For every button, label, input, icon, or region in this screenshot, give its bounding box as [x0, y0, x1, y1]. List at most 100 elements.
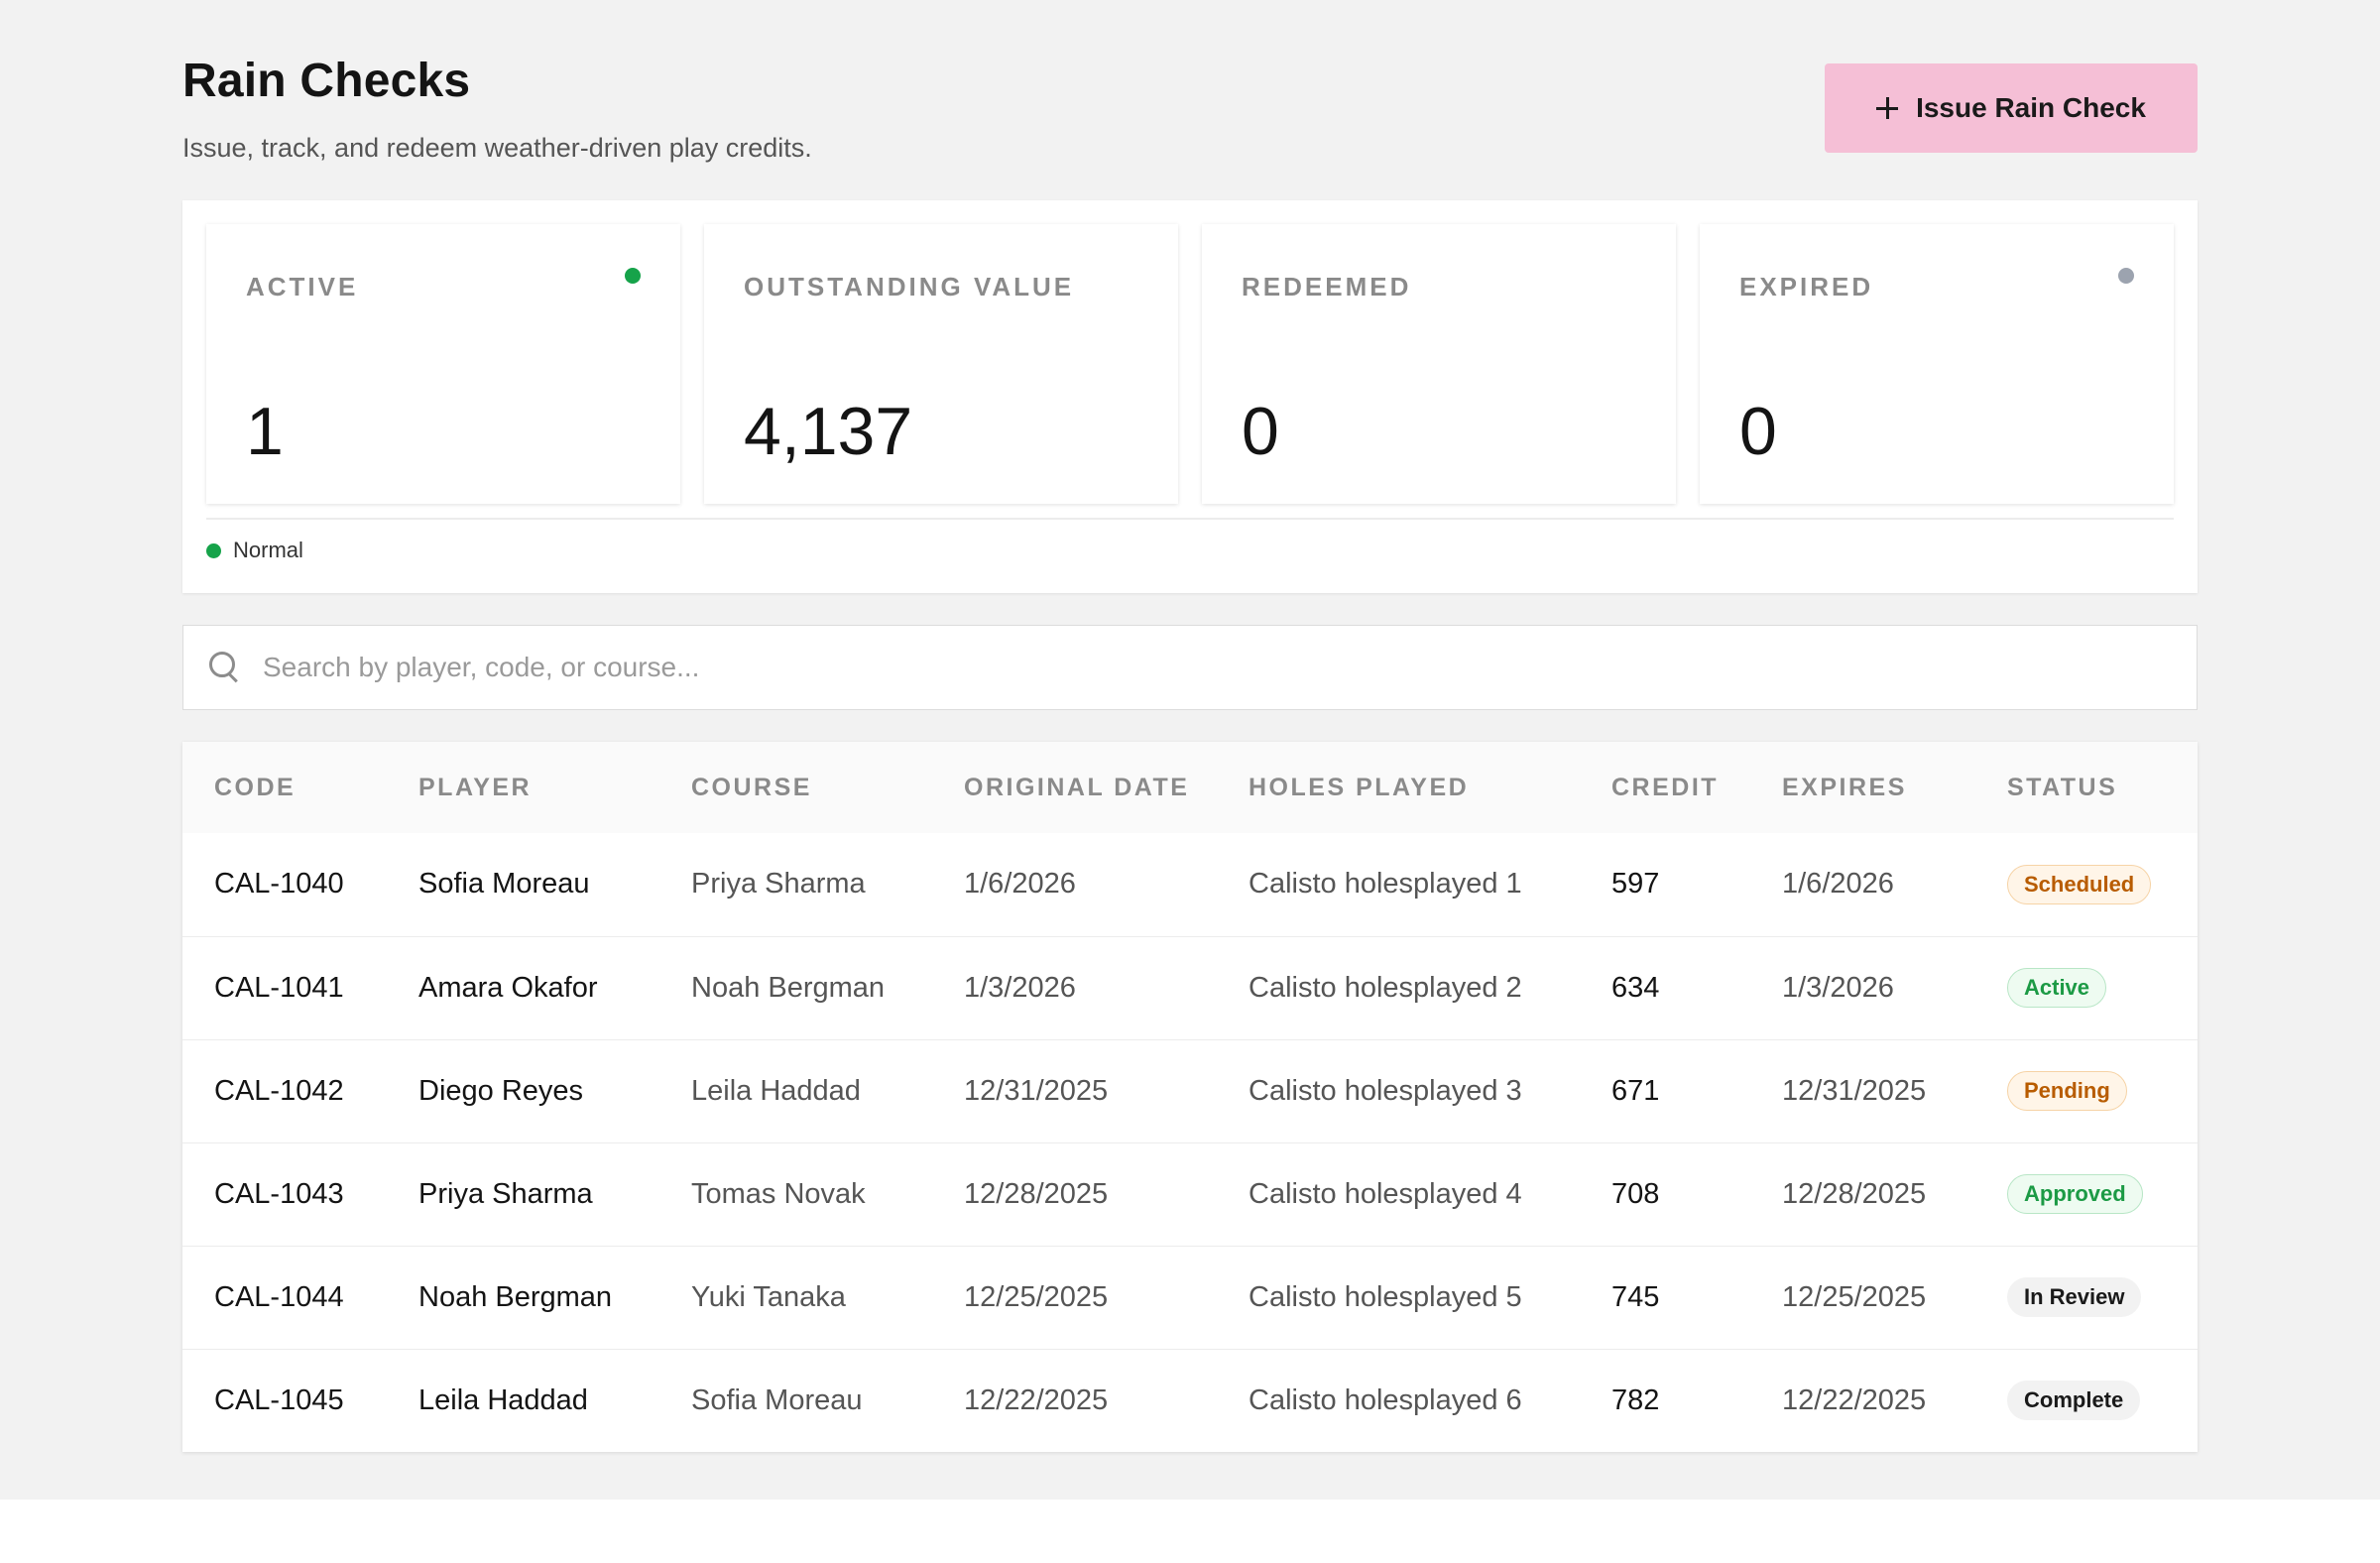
cell-original-date: 12/22/2025	[964, 1383, 1109, 1416]
stat-value: 1	[246, 394, 284, 469]
page-background: Rain Checks Issue, track, and redeem wea…	[0, 0, 2380, 1500]
cell-holes-played: Calisto holesplayed 1	[1249, 868, 1522, 901]
column-header-course[interactable]: COURSE	[659, 742, 932, 833]
table-header: CODE PLAYER COURSE ORIGINAL DATE HOLES P…	[182, 742, 2198, 833]
table-row[interactable]: CAL-1041 Amara Okafor Noah Bergman 1/3/2…	[182, 936, 2198, 1039]
cell-code: CAL-1044	[214, 1280, 344, 1313]
stat-card-expired: EXPIRED 0	[1700, 224, 2174, 504]
page-subtitle: Issue, track, and redeem weather-driven …	[182, 133, 812, 163]
cell-code: CAL-1040	[214, 868, 344, 901]
cell-original-date: 12/28/2025	[964, 1177, 1109, 1210]
stat-value: 4,137	[744, 394, 913, 469]
cell-credit: 745	[1611, 1280, 1660, 1313]
cell-player: Leila Haddad	[418, 1383, 588, 1416]
cell-player: Priya Sharma	[418, 1177, 593, 1210]
cell-course: Sofia Moreau	[691, 1383, 863, 1416]
cell-original-date: 12/25/2025	[964, 1280, 1109, 1313]
cell-status: Complete	[1975, 1349, 2198, 1452]
cell-course: Tomas Novak	[691, 1177, 866, 1210]
plus-icon	[1876, 97, 1899, 119]
stat-card-active: ACTIVE 1	[206, 224, 680, 504]
search-bar	[182, 625, 2198, 710]
cell-holes-played: Calisto holesplayed 2	[1249, 971, 1522, 1004]
stat-label: REDEEMED	[1242, 272, 1412, 301]
column-header-status[interactable]: STATUS	[1975, 742, 2198, 833]
cell-status: Approved	[1975, 1142, 2198, 1246]
column-header-expires[interactable]: EXPIRES	[1750, 742, 1975, 833]
column-header-player[interactable]: PLAYER	[387, 742, 659, 833]
cell-expires: 12/31/2025	[1782, 1074, 1927, 1107]
issue-rain-check-label: Issue Rain Check	[1916, 92, 2146, 123]
cell-credit: 708	[1611, 1177, 1660, 1210]
cell-expires: 1/6/2026	[1782, 868, 1894, 901]
cell-holes-played: Calisto holesplayed 6	[1249, 1383, 1522, 1416]
cell-code: CAL-1042	[214, 1074, 344, 1107]
cell-credit: 634	[1611, 971, 1660, 1004]
stat-label: EXPIRED	[1739, 272, 1874, 301]
page-header: Rain Checks Issue, track, and redeem wea…	[182, 0, 2198, 198]
rain-checks-table: CODE PLAYER COURSE ORIGINAL DATE HOLES P…	[182, 742, 2198, 1452]
cell-original-date: 12/31/2025	[964, 1074, 1109, 1107]
cell-expires: 12/22/2025	[1782, 1383, 1927, 1416]
column-header-original-date[interactable]: ORIGINAL DATE	[932, 742, 1217, 833]
search-input[interactable]	[263, 638, 2197, 697]
table-row[interactable]: CAL-1040 Sofia Moreau Priya Sharma 1/6/2…	[182, 833, 2198, 936]
cell-code: CAL-1041	[214, 971, 344, 1004]
stat-card-redeemed: REDEEMED 0	[1202, 224, 1676, 504]
cell-player: Sofia Moreau	[418, 868, 590, 901]
cell-course: Priya Sharma	[691, 868, 866, 901]
stat-label: ACTIVE	[246, 272, 359, 301]
cell-course: Yuki Tanaka	[691, 1280, 846, 1313]
main-container: Rain Checks Issue, track, and redeem wea…	[182, 0, 2198, 1452]
cell-original-date: 1/6/2026	[964, 868, 1076, 901]
table-row[interactable]: CAL-1043 Priya Sharma Tomas Novak 12/28/…	[182, 1142, 2198, 1246]
cell-holes-played: Calisto holesplayed 5	[1249, 1280, 1522, 1313]
cell-player: Noah Bergman	[418, 1280, 613, 1313]
status-badge: In Review	[2007, 1277, 2142, 1317]
cell-code: CAL-1043	[214, 1177, 344, 1210]
cell-course: Noah Bergman	[691, 971, 886, 1004]
table-row[interactable]: CAL-1042 Diego Reyes Leila Haddad 12/31/…	[182, 1039, 2198, 1142]
issue-rain-check-button[interactable]: Issue Rain Check	[1825, 63, 2198, 153]
data-table: CODE PLAYER COURSE ORIGINAL DATE HOLES P…	[182, 742, 2198, 1452]
status-badge: Scheduled	[2007, 864, 2152, 904]
stat-value: 0	[1739, 394, 1777, 469]
search-icon	[207, 650, 243, 685]
cell-credit: 597	[1611, 868, 1660, 901]
stats-panel: ACTIVE 1 OUTSTANDING VALUE 4,137 REDEEME…	[182, 200, 2198, 593]
cell-credit: 671	[1611, 1074, 1660, 1107]
cell-code: CAL-1045	[214, 1383, 344, 1416]
cell-player: Amara Okafor	[418, 971, 598, 1004]
cell-status: In Review	[1975, 1246, 2198, 1349]
page-title: Rain Checks	[182, 55, 471, 107]
column-header-credit[interactable]: CREDIT	[1580, 742, 1750, 833]
stat-label: OUTSTANDING VALUE	[744, 272, 1075, 301]
cell-credit: 782	[1611, 1383, 1660, 1416]
cell-status: Scheduled	[1975, 833, 2198, 936]
legend-dot-icon	[206, 542, 221, 558]
status-badge: Active	[2007, 968, 2107, 1008]
status-dot-icon	[625, 268, 641, 284]
column-header-code[interactable]: CODE	[182, 742, 387, 833]
table-row[interactable]: CAL-1044 Noah Bergman Yuki Tanaka 12/25/…	[182, 1246, 2198, 1349]
cell-player: Diego Reyes	[418, 1074, 584, 1107]
cell-original-date: 1/3/2026	[964, 971, 1076, 1004]
cell-status: Active	[1975, 936, 2198, 1039]
legend-divider	[206, 518, 2174, 520]
status-badge: Complete	[2007, 1381, 2141, 1421]
cell-holes-played: Calisto holesplayed 3	[1249, 1074, 1522, 1107]
status-dot-icon	[2118, 268, 2134, 284]
cell-holes-played: Calisto holesplayed 4	[1249, 1177, 1522, 1210]
cell-course: Leila Haddad	[691, 1074, 861, 1107]
table-body: CAL-1040 Sofia Moreau Priya Sharma 1/6/2…	[182, 833, 2198, 1452]
cell-status: Pending	[1975, 1039, 2198, 1142]
stat-card-outstanding-value: OUTSTANDING VALUE 4,137	[704, 224, 1178, 504]
cell-expires: 12/25/2025	[1782, 1280, 1927, 1313]
cell-expires: 1/3/2026	[1782, 971, 1894, 1004]
table-row[interactable]: CAL-1045 Leila Haddad Sofia Moreau 12/22…	[182, 1349, 2198, 1452]
column-header-holes-played[interactable]: HOLES PLAYED	[1217, 742, 1580, 833]
status-badge: Pending	[2007, 1071, 2127, 1111]
stat-value: 0	[1242, 394, 1279, 469]
legend-label: Normal	[233, 538, 303, 562]
status-legend: Normal	[206, 538, 303, 563]
